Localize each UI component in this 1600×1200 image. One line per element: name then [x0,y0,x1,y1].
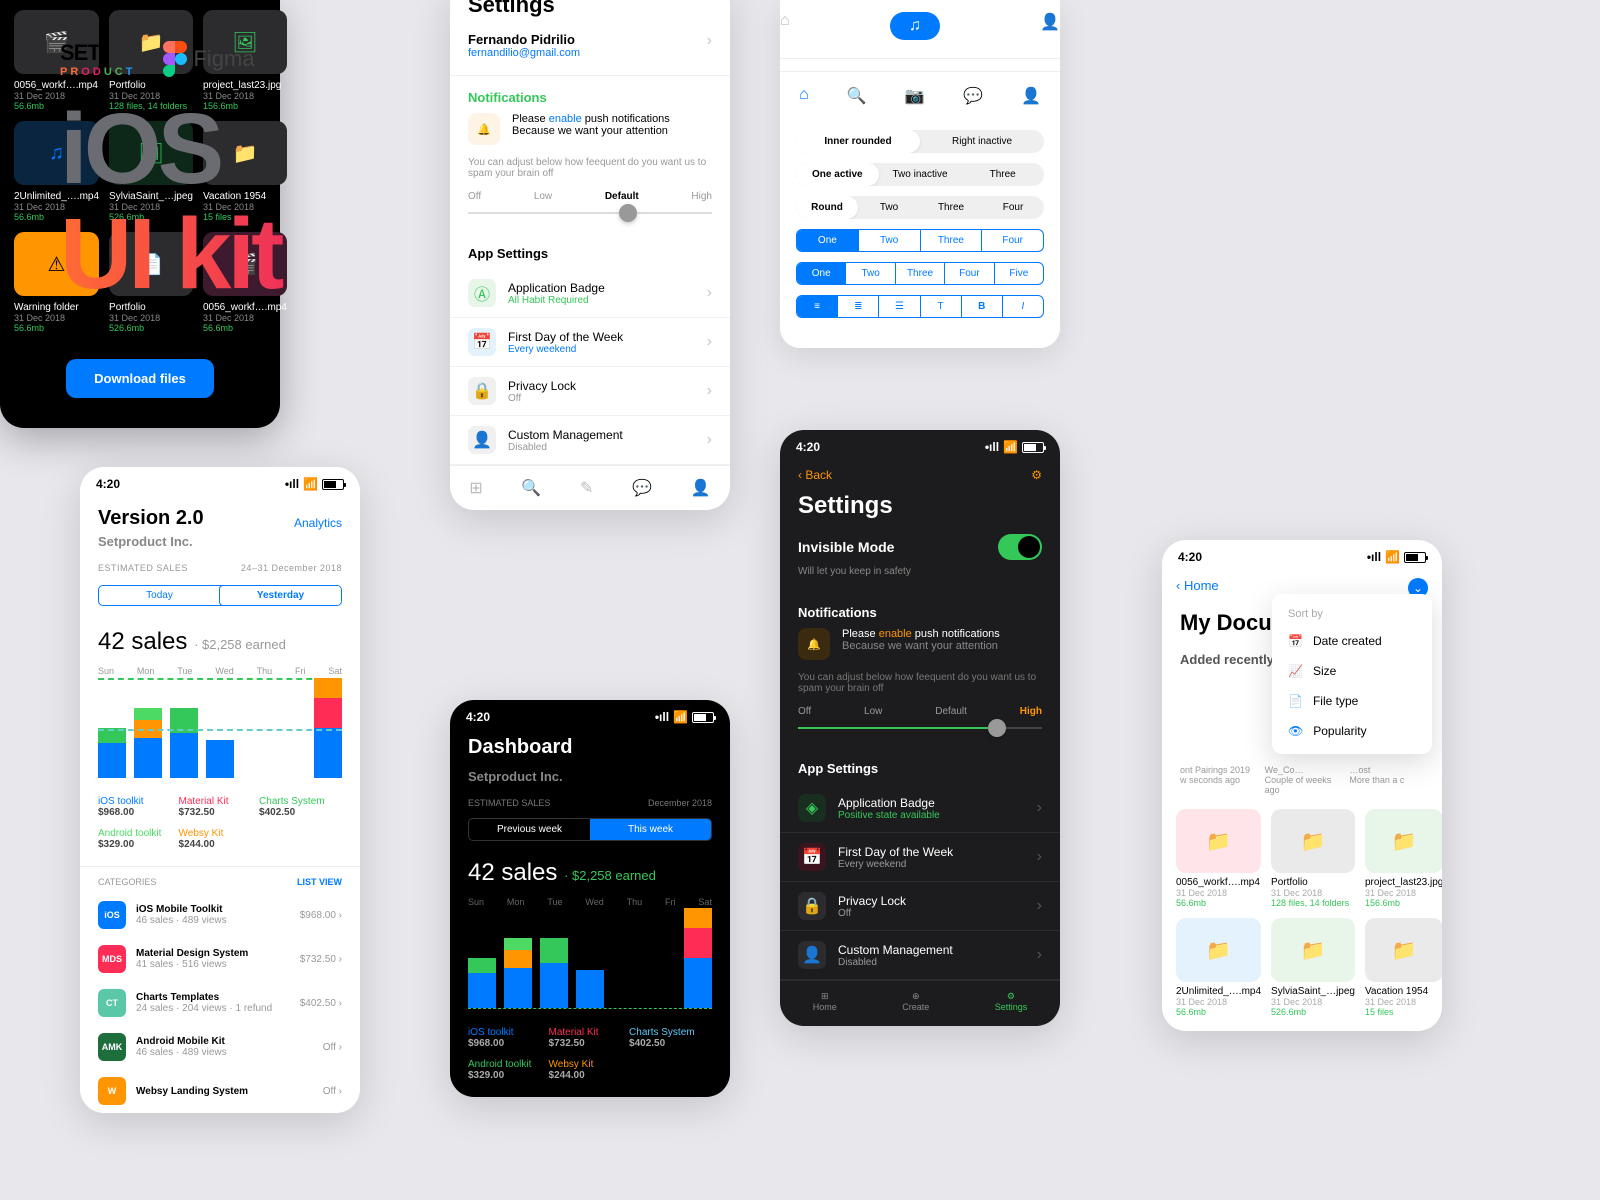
back-button[interactable]: ‹ Back [798,468,832,482]
dashboard-tabs[interactable]: Previous weekThis week [468,818,712,841]
setting-row[interactable]: 👤 Custom ManagementDisabled › [780,931,1060,980]
chat-icon[interactable]: 💬 [632,478,652,498]
text-icon: T [921,296,962,317]
setting-row[interactable]: Ⓐ Application BadgeAll Habit Required › [450,269,730,318]
home-icon[interactable]: ⌂ [780,12,790,40]
segment-pill-1[interactable]: Inner roundedRight inactive [796,130,1044,153]
frequency-slider[interactable] [798,727,1042,729]
align-left-icon: ≡ [797,296,838,317]
gear-icon[interactable]: ⚙ [1031,468,1042,482]
chat-icon[interactable]: 💬 [963,86,983,106]
nav-create[interactable]: ⊕Create [902,991,929,1012]
segment-box-1[interactable]: OneTwoThreeFour [796,229,1044,252]
app-settings-label: App Settings [450,232,730,269]
align-justify-icon: ☰ [879,296,920,317]
back-button[interactable]: ‹ Home [1176,578,1219,598]
frequency-slider[interactable] [468,212,712,214]
setting-row[interactable]: 🔒 Privacy LockOff › [780,882,1060,931]
segment-pill-3[interactable]: RoundTwoThreeFour [796,196,1044,219]
sort-popup: Sort by 📅Date created 📈Size 📄File type 👁… [1272,594,1432,754]
sort-size[interactable]: 📈Size [1272,656,1432,686]
setting-row[interactable]: 📅 First Day of the WeekEvery weekend › [780,833,1060,882]
settings-dark-screen: 4:20•ıll 📶 ‹ Back⚙ Settings Invisible Mo… [780,430,1060,1026]
segments-panel: ⌂ ♫ 👤 ⌂ 🔍 📷 💬 👤 Inner roundedRight inact… [780,0,1060,348]
file-tile[interactable]: 📁 SylviaSaint_…jpeg31 Dec 2018526.6mb [1271,918,1355,1017]
setting-row[interactable]: 📅 First Day of the WeekEvery weekend › [450,318,730,367]
nav-home[interactable]: ⊞Home [813,991,837,1012]
grid-icon[interactable]: ⊞ [469,478,482,498]
download-button[interactable]: Download files [66,359,214,398]
profile-icon[interactable]: 👤 [1021,86,1041,106]
sort-date[interactable]: 📅Date created [1272,626,1432,656]
title-uikit: UI kit [60,197,360,312]
file-tile[interactable]: 📁 Portfolio31 Dec 2018128 files, 14 fold… [1271,809,1355,908]
category-row[interactable]: iOSiOS Mobile Toolkit46 sales · 489 view… [80,893,360,937]
category-row[interactable]: MDSMaterial Design System41 sales · 516 … [80,937,360,981]
edit-icon[interactable]: ✎ [580,478,593,498]
setting-row[interactable]: 🔒 Privacy LockOff › [450,367,730,416]
settings-light-screen: Settings Fernando Pidrilio fernandilio@g… [450,0,730,510]
bell-icon: 🔔 [798,628,830,660]
sort-popularity[interactable]: 👁Popularity [1272,716,1432,746]
sort-filetype[interactable]: 📄File type [1272,686,1432,716]
camera-icon[interactable]: 📷 [905,86,925,106]
frequency-labels: OffLow DefaultHigh [450,187,730,206]
search-icon[interactable]: 🔍 [521,478,541,498]
segment-box-2[interactable]: OneTwoThreeFourFive [796,262,1044,285]
file-tile[interactable]: 📁 project_last23.jpg31 Dec 2018156.6mb [1365,809,1442,908]
segment-pill-2[interactable]: One activeTwo inactiveThree [796,163,1044,186]
search-icon[interactable]: 🔍 [847,86,867,106]
home-icon[interactable]: ⌂ [799,86,809,106]
profile-icon[interactable]: 👤 [691,478,711,498]
align-center-icon: ≣ [838,296,879,317]
settings-title: Settings [450,0,730,26]
tab-switch[interactable]: TodayYesterday [98,585,342,606]
title-ios: iOS [60,102,360,197]
setting-row[interactable]: 👤 Custom ManagementDisabled › [450,416,730,465]
bell-icon: 🔔 [468,113,500,145]
chevron-right-icon: › [707,32,712,59]
nav-settings[interactable]: ⚙Settings [995,991,1028,1012]
segment-icons[interactable]: ≡≣☰ TBI [796,295,1044,318]
profile-icon[interactable]: 👤 [1040,12,1060,40]
category-row[interactable]: WWebsy Landing SystemOff › [80,1069,360,1113]
profile-row[interactable]: Fernando Pidrilio fernandilio@gmail.com … [450,26,730,76]
list-view-link[interactable]: LIST VIEW [297,877,342,887]
music-pill[interactable]: ♫ [890,12,940,40]
file-tile[interactable]: 📁 0056_workf….mp431 Dec 201856.6mb [1176,809,1261,908]
file-tile[interactable]: 📁 Vacation 195431 Dec 201815 files [1365,918,1442,1017]
figma-logo: Figma [163,41,254,77]
invisible-toggle[interactable] [998,534,1042,560]
category-row[interactable]: AMKAndroid Mobile Kit46 sales · 489 view… [80,1025,360,1069]
documents-screen: 4:20•ıll 📶 ‹ Home⌄ My Docum Added recent… [1162,540,1442,1031]
setproduct-logo: SET PRODUCT [60,40,135,78]
dashboard-screen: 4:20•ıll 📶 Dashboard Setproduct Inc. EST… [450,700,730,1097]
italic-icon: I [1003,296,1043,317]
version-screen: 4:20•ıll 📶 Version 2.0Analytics Setprodu… [80,467,360,1113]
bold-icon: B [962,296,1003,317]
category-row[interactable]: CTCharts Templates24 sales · 204 views ·… [80,981,360,1025]
notifications-label: Notifications [450,76,730,113]
setting-row[interactable]: ◈ Application BadgePositive state availa… [780,784,1060,833]
file-tile[interactable]: 📁 2Unlimited_….mp431 Dec 201856.6mb [1176,918,1261,1017]
analytics-link[interactable]: Analytics [294,516,342,530]
